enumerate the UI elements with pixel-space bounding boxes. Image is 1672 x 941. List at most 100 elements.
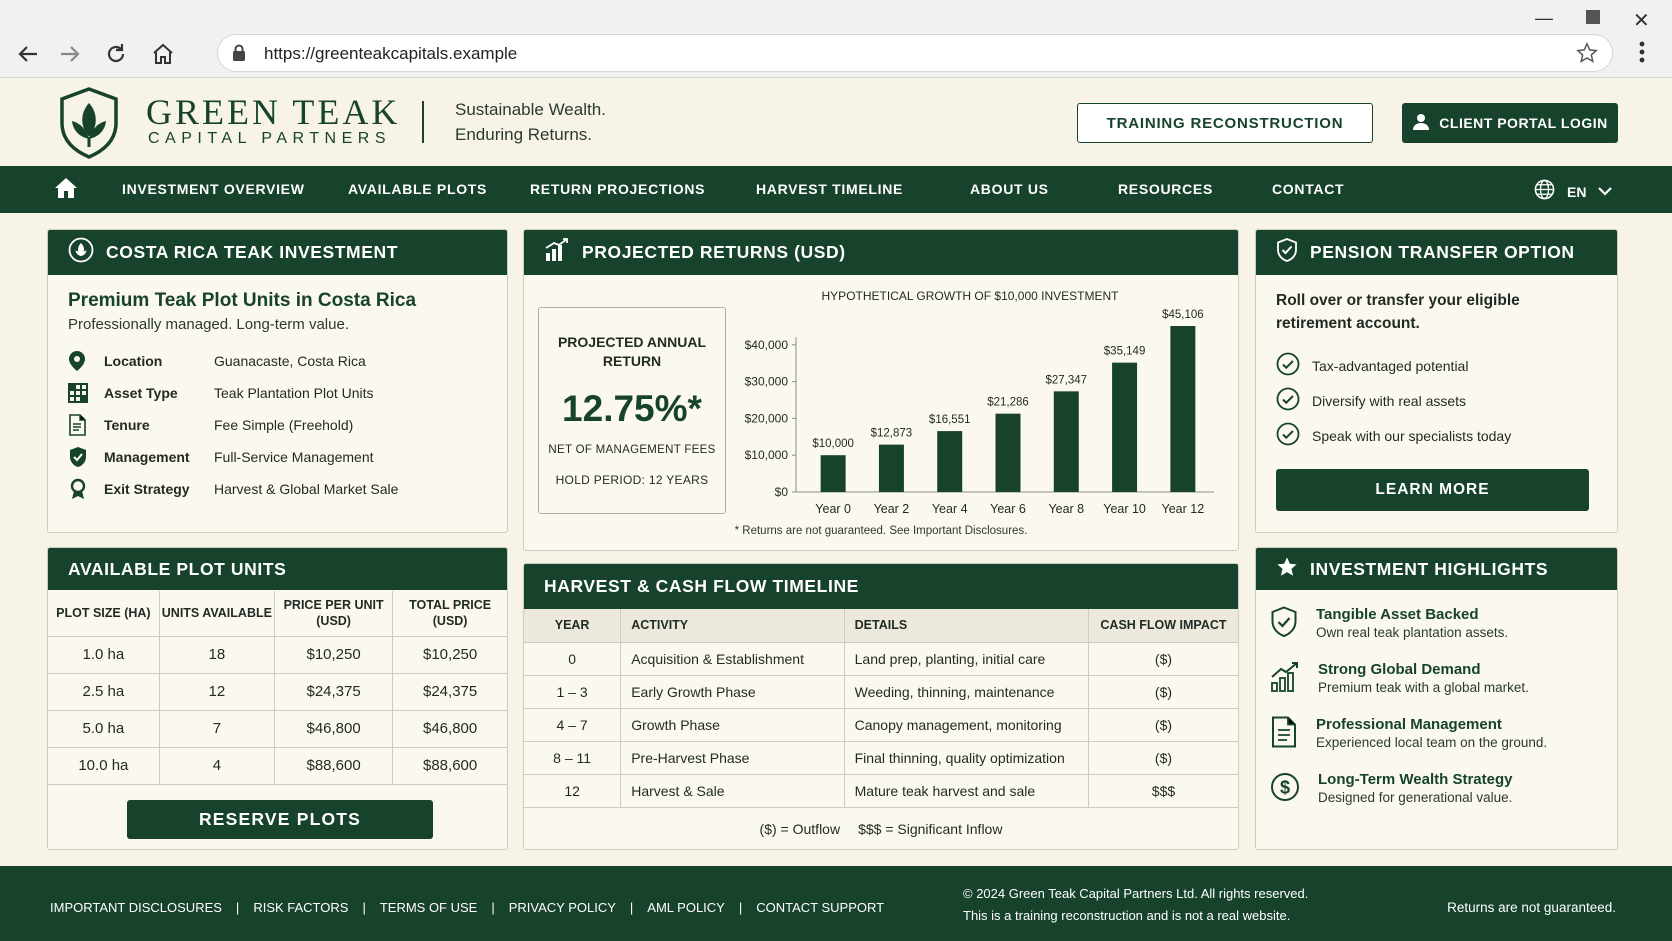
table-row[interactable]: 10.0 ha 4 $88,600 $88,600 [48,747,507,785]
footer-link-privacy[interactable]: PRIVACY POLICY [509,900,616,915]
nav-home-icon[interactable] [54,177,78,204]
column-header: TOTAL PRICE (USD) [392,591,507,637]
site-footer: IMPORTANT DISCLOSURES | RISK FACTORS | TER… [0,866,1672,941]
bookmark-star-icon[interactable] [1576,42,1598,69]
footer-link-contact-support[interactable]: CONTACT SUPPORT [756,900,884,915]
nav-about-us[interactable]: ABOUT US [970,181,1049,197]
main-navigation: INVESTMENT OVERVIEW AVAILABLE PLOTS RETU… [0,166,1672,213]
detail-row-tenure: Tenure Fee Simple (Freehold) [68,411,353,439]
document-icon [1270,716,1298,753]
column-header: DETAILS [844,609,1089,643]
column-header: ACTIVITY [620,609,845,643]
footer-link-terms[interactable]: TERMS OF USE [380,900,478,915]
pension-benefit-item: Speak with our specialists today [1276,422,1511,449]
brand-subname: CAPITAL PARTNERS [148,130,391,147]
table-cell: Mature teak harvest and sale [844,774,1089,808]
returns-disclaimer: * Returns are not guaranteed. See Import… [734,525,1028,537]
bar-value-label: $16,551 [929,414,971,426]
nav-available-plots[interactable]: AVAILABLE PLOTS [348,181,487,197]
chart-bar [1112,362,1138,492]
close-window-icon[interactable]: ✕ [1633,8,1650,33]
growth-bar-chart: HYPOTHETICAL GROWTH OF $10,000 INVESTMEN… [745,289,1214,516]
footer-link-risk-factors[interactable]: RISK FACTORS [253,900,348,915]
highlight-item: Professional Management Experienced local… [1270,716,1547,753]
detail-key: Management [104,449,190,465]
forward-arrow-icon[interactable] [54,38,86,70]
footer-copyright-block: © 2024 Green Teak Capital Partners Ltd. … [963,883,1308,927]
returns-panel-title: PROJECTED RETURNS (USD) [582,242,846,262]
brand-name[interactable]: GREEN TEAK [146,91,400,133]
shield-check-icon [68,446,104,468]
nav-resources[interactable]: RESOURCES [1118,181,1213,197]
table-cell: ($) [1088,642,1238,676]
highlight-title: Strong Global Demand [1318,661,1481,678]
address-bar[interactable]: https://greenteakcapitals.example [217,34,1613,72]
table-cell: $24,375 [274,673,394,711]
training-reconstruction-button[interactable]: TRAINING RECONSTRUCTION [1077,103,1373,143]
table-row: 1 – 3 Early Growth Phase Weeding, thinni… [524,675,1238,709]
nav-contact[interactable]: CONTACT [1272,181,1344,197]
growth-chart-icon [1270,661,1300,698]
table-cell: ($) [1088,708,1238,742]
plots-panel-title: AVAILABLE PLOT UNITS [68,558,287,579]
table-row[interactable]: 5.0 ha 7 $46,800 $46,800 [48,710,507,748]
table-cell: ($) [1088,741,1238,775]
home-icon[interactable] [147,38,179,70]
table-cell: 5.0 ha [48,710,160,748]
check-circle-icon [1276,387,1300,414]
table-cell: Harvest & Sale [620,774,845,808]
lock-icon [232,44,246,67]
bar-chart-icon [544,238,570,267]
pension-panel: PENSION TRANSFER OPTION Roll over or tra… [1255,229,1618,533]
minimize-icon[interactable]: — [1535,8,1553,29]
plots-table-header-row: PLOT SIZE (HA) UNITS AVAILABLE PRICE PER… [48,591,507,637]
nav-return-projections[interactable]: RETURN PROJECTIONS [530,181,705,197]
check-circle-icon [1276,422,1300,449]
nav-investment-overview[interactable]: INVESTMENT OVERVIEW [122,181,305,197]
legend-inflow: $$$ = Significant Inflow [858,821,1003,837]
hold-period-note: HOLD PERIOD: 12 YEARS [555,473,709,487]
detail-value: Full-Service Management [214,449,374,465]
table-row[interactable]: 2.5 ha 12 $24,375 $24,375 [48,673,507,711]
learn-more-button[interactable]: LEARN MORE [1276,469,1589,511]
harvest-panel-title: HARVEST & CASH FLOW TIMELINE [544,576,859,596]
footer-link-disclosures[interactable]: IMPORTANT DISCLOSURES [50,900,222,915]
reserve-plots-button[interactable]: RESERVE PLOTS [127,800,433,839]
nav-harvest-timeline[interactable]: HARVEST TIMELINE [756,181,903,197]
table-row[interactable]: 1.0 ha 18 $10,250 $10,250 [48,636,507,674]
y-tick-label: $30,000 [745,375,789,389]
bar-value-label: $27,347 [1045,374,1087,386]
grid-icon [68,383,104,403]
language-selector[interactable]: EN [1534,179,1613,205]
detail-value: Guanacaste, Costa Rica [214,353,366,369]
maximize-icon[interactable] [1586,10,1600,24]
pension-benefit-label: Tax-advantaged potential [1312,357,1469,374]
y-tick-label: $40,000 [745,338,789,352]
legend-outflow: ($) = Outflow [759,821,841,837]
table-cell: $46,800 [274,710,394,748]
table-cell: $88,600 [274,747,394,785]
tagline-line-1: Sustainable Wealth. [455,100,606,119]
returns-panel-header: PROJECTED RETURNS (USD) [524,230,1238,275]
map-pin-icon [68,350,104,372]
investment-panel: COSTA RICA TEAK INVESTMENT Premium Teak … [47,229,508,533]
table-cell: 1 – 3 [524,675,622,709]
table-row: 0 Acquisition & Establishment Land prep,… [524,642,1238,676]
footer-link-aml[interactable]: AML POLICY [647,900,725,915]
column-header: YEAR [524,609,622,643]
footer-links: IMPORTANT DISCLOSURES | RISK FACTORS | TER… [50,900,884,915]
browser-menu-icon[interactable] [1638,40,1646,69]
highlight-description: Own real teak plantation assets. [1316,625,1509,640]
detail-value: Teak Plantation Plot Units [214,385,374,401]
footer-training-note: This is a training reconstruction and is… [963,908,1291,923]
table-cell: $24,375 [392,673,507,711]
column-header: UNITS AVAILABLE [159,591,275,637]
footer-separator: | [362,900,366,915]
star-icon [1276,556,1298,583]
client-portal-login-button[interactable]: CLIENT PORTAL LOGIN [1402,103,1618,143]
back-arrow-icon[interactable] [12,38,44,70]
reload-icon[interactable] [100,38,132,70]
y-tick-label: $20,000 [745,411,789,425]
y-tick-label: $10,000 [745,448,789,462]
brand-shield-logo-icon[interactable] [58,87,120,164]
